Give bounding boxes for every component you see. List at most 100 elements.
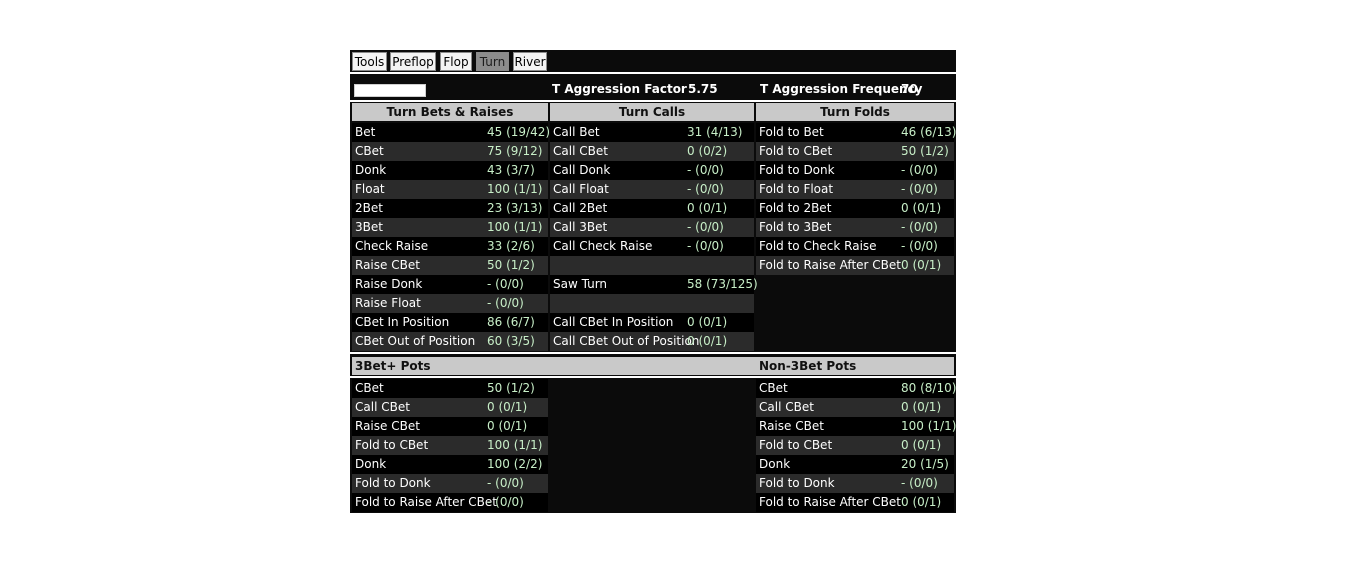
stat-row-non3bet: Fold to Raise After CBet 0 (0/1) <box>756 493 954 512</box>
stat-row-calls: Saw Turn 58 (73/125) <box>550 275 758 294</box>
section-header-calls: Turn Calls <box>550 103 754 121</box>
stat-value: 100 (2/2) <box>487 457 543 471</box>
stat-value: - (0/0) <box>901 220 938 234</box>
stat-value: 0 (0/1) <box>487 400 528 414</box>
section-header-folds: Turn Folds <box>756 103 954 121</box>
stat-label: Fold to Donk <box>759 163 835 177</box>
stat-value: - (0/0) <box>901 182 938 196</box>
stat-row-calls: Call Donk - (0/0) <box>550 161 754 180</box>
stat-value: 0 (0/1) <box>901 400 942 414</box>
stat-label: Call Bet <box>553 125 600 139</box>
stat-row-folds: Fold to Check Raise - (0/0) <box>756 237 954 256</box>
stat-label: Call CBet <box>553 144 608 158</box>
stat-label: Saw Turn <box>553 277 608 291</box>
stat-label: Fold to Float <box>759 182 834 196</box>
stat-value: 46 (6/13) <box>901 125 956 139</box>
stat-value: 0 (0/1) <box>901 258 942 272</box>
stat-value: 0 (0/1) <box>901 438 942 452</box>
stat-row-bets: Raise Donk - (0/0) <box>352 275 548 294</box>
stat-row-calls: Call Check Raise - (0/0) <box>550 237 754 256</box>
stat-value: - (0/0) <box>901 476 938 490</box>
aggression-frequency-value: 70 <box>901 82 918 96</box>
stat-row-bets: 3Bet 100 (1/1) <box>352 218 548 237</box>
stat-row-threebet: CBet 50 (1/2) <box>352 379 548 398</box>
tab-preflop[interactable]: Preflop <box>390 52 436 71</box>
tab-turn[interactable]: Turn <box>476 52 509 71</box>
stat-label: CBet <box>759 381 788 395</box>
stat-label: Call 2Bet <box>553 201 608 215</box>
stat-row-bets: Bet 45 (19/42) <box>352 123 551 142</box>
tab-river[interactable]: River <box>513 52 547 71</box>
stat-value: 0 (0/1) <box>687 201 728 215</box>
stat-label: Fold to Raise After CBet <box>759 258 901 272</box>
stat-label: Call Donk <box>553 163 611 177</box>
stat-value: 0 (0/1) <box>687 315 728 329</box>
stat-value: 43 (3/7) <box>487 163 535 177</box>
section-title-3bet-pots: 3Bet+ Pots <box>355 359 431 373</box>
stat-label: Fold to Donk <box>759 476 835 490</box>
stat-value: 31 (4/13) <box>687 125 743 139</box>
stat-row-calls: Call CBet Out of Position 0 (0/1) <box>550 332 754 351</box>
stat-value: 50 (1/2) <box>487 258 535 272</box>
divider <box>350 100 956 102</box>
stat-value: 100 (1/1) <box>487 438 543 452</box>
stat-label: Raise Float <box>355 296 421 310</box>
tab-bar: Tools Preflop Flop Turn River <box>350 50 956 72</box>
stat-label: Fold to 2Bet <box>759 201 832 215</box>
stat-row-folds: Fold to Donk - (0/0) <box>756 161 954 180</box>
stat-value: 60 (3/5) <box>487 334 535 348</box>
stat-row-folds: Fold to Bet 46 (6/13) <box>756 123 956 142</box>
stat-value: 100 (1/1) <box>487 220 543 234</box>
stat-row-bets: CBet 75 (9/12) <box>352 142 548 161</box>
stat-label: Fold to Bet <box>759 125 824 139</box>
stat-label: 3Bet <box>355 220 383 234</box>
aggression-factor-label: T Aggression Factor <box>552 82 687 96</box>
stat-value: - (0/0) <box>901 163 938 177</box>
stat-label: Raise Donk <box>355 277 423 291</box>
stat-label: Bet <box>355 125 376 139</box>
stat-row-threebet: Fold to Raise After CBet - (0/0) <box>352 493 548 512</box>
stat-value: 80 (8/10) <box>901 381 956 395</box>
stat-row-threebet: Fold to Donk - (0/0) <box>352 474 548 493</box>
stat-value: 20 (1/5) <box>901 457 949 471</box>
stat-value: 33 (2/6) <box>487 239 535 253</box>
divider <box>350 72 956 74</box>
stat-value: 0 (0/1) <box>687 334 728 348</box>
stat-value: - (0/0) <box>687 163 724 177</box>
stat-row-bets: CBet Out of Position 60 (3/5) <box>352 332 548 351</box>
stat-label: Call CBet In Position <box>553 315 674 329</box>
divider <box>350 376 956 378</box>
stat-label: Donk <box>355 457 387 471</box>
stat-label: Fold to Donk <box>355 476 431 490</box>
stat-value: - (0/0) <box>687 239 724 253</box>
stat-row-calls: Call 2Bet 0 (0/1) <box>550 199 754 218</box>
stat-value: - (0/0) <box>687 182 724 196</box>
stat-value: 45 (19/42) <box>487 125 551 139</box>
stat-row-folds: Fold to 3Bet - (0/0) <box>756 218 954 237</box>
stat-value: 0 (0/1) <box>487 419 528 433</box>
stat-value: 75 (9/12) <box>487 144 543 158</box>
tab-tools[interactable]: Tools <box>352 52 387 71</box>
stat-value: 0 (0/2) <box>687 144 728 158</box>
stat-label: CBet In Position <box>355 315 450 329</box>
stat-row-threebet: Raise CBet 0 (0/1) <box>352 417 548 436</box>
tab-flop[interactable]: Flop <box>440 52 472 71</box>
divider <box>350 352 956 354</box>
stat-label: Call CBet Out of Position <box>553 334 700 348</box>
stat-label: Donk <box>759 457 791 471</box>
stat-row-non3bet: CBet 80 (8/10) <box>756 379 956 398</box>
stat-label: Fold to CBet <box>759 438 833 452</box>
stat-value: 23 (3/13) <box>487 201 543 215</box>
stat-row-calls <box>550 256 754 275</box>
stat-label: Call Check Raise <box>553 239 653 253</box>
stat-value: 100 (1/1) <box>487 182 543 196</box>
stat-label: Fold to Raise After CBet <box>759 495 901 509</box>
stat-row-folds: Fold to 2Bet 0 (0/1) <box>756 199 954 218</box>
stat-value: 50 (1/2) <box>487 381 535 395</box>
stat-row-bets: Raise CBet 50 (1/2) <box>352 256 548 275</box>
stat-row-bets: 2Bet 23 (3/13) <box>352 199 548 218</box>
stat-row-bets: Check Raise 33 (2/6) <box>352 237 548 256</box>
stat-row-calls <box>550 294 754 313</box>
stat-label: Fold to 3Bet <box>759 220 832 234</box>
stat-label: Fold to Raise After CBet <box>355 495 497 509</box>
